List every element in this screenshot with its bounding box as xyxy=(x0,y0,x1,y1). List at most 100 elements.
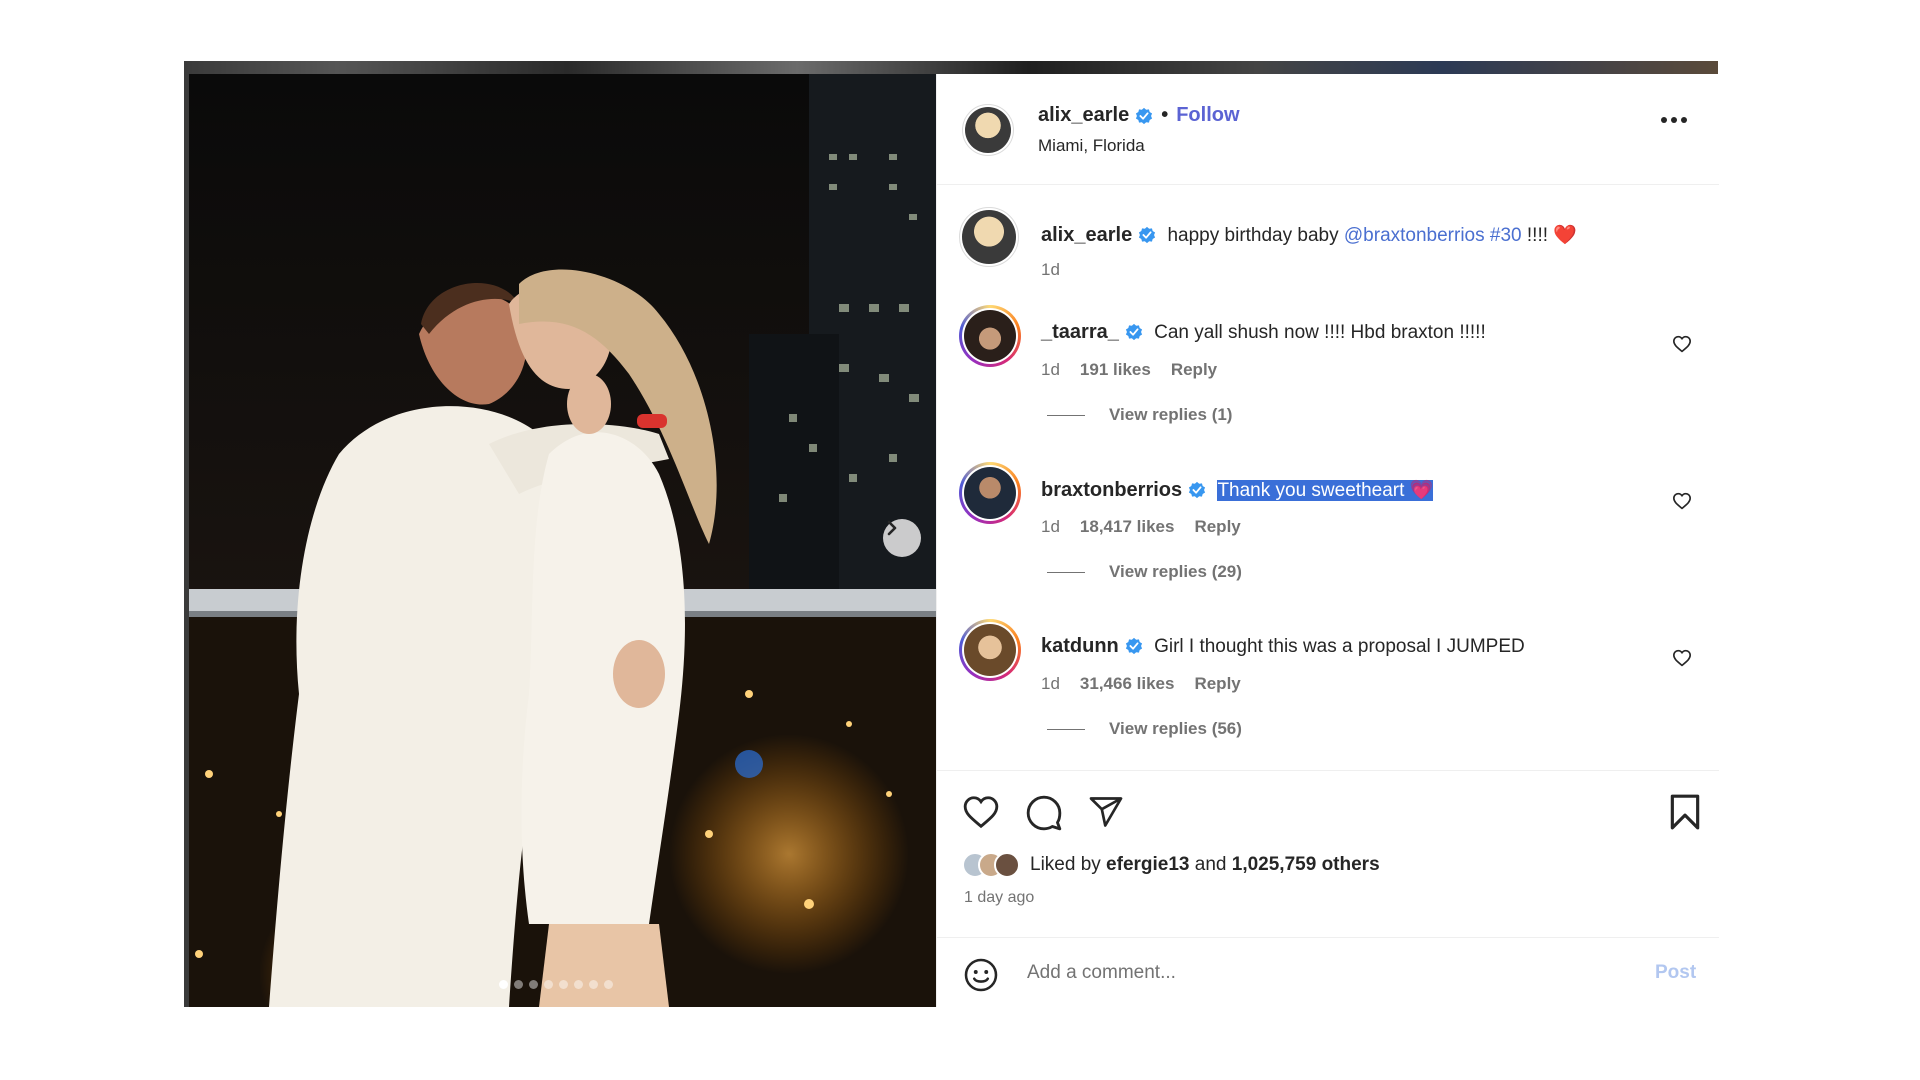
carousel-dot xyxy=(544,980,553,989)
carousel-dot xyxy=(529,980,538,989)
follow-button[interactable]: Follow xyxy=(1176,104,1239,127)
avatar xyxy=(962,210,1016,264)
view-replies-label: View replies (29) xyxy=(1109,562,1242,581)
verified-badge-icon xyxy=(1136,107,1153,124)
caption-text: alix_earle happy birthday baby @braxtonb… xyxy=(1041,223,1577,247)
carousel-dot xyxy=(604,980,613,989)
share-send-icon[interactable] xyxy=(1087,794,1125,830)
comment-likes[interactable]: 31,466 likes xyxy=(1080,674,1175,694)
commenter-username[interactable]: _taarra_ xyxy=(1041,321,1119,343)
post-timestamp[interactable]: 1 day ago xyxy=(964,889,1034,907)
post-modal: alix_earle • Follow Miami, Florida alix_… xyxy=(184,61,1719,1007)
comment-body: Can yall shush now !!!! Hbd braxton !!!!… xyxy=(1154,322,1486,343)
commenter-avatar[interactable] xyxy=(959,462,1021,524)
comment-time: 1d xyxy=(1041,360,1060,379)
comment-text: _taarra_ Can yall shush now !!!! Hbd bra… xyxy=(1041,321,1486,344)
view-replies-label: View replies (1) xyxy=(1109,405,1233,424)
comment-body-selected: Thank you sweetheart 💗 xyxy=(1217,480,1434,501)
liker-avatar xyxy=(994,852,1020,878)
comment-heart-icon[interactable] xyxy=(1672,335,1692,353)
comment-likes[interactable]: 191 likes xyxy=(1080,360,1151,380)
verified-badge-icon xyxy=(1125,637,1142,655)
comment-likes[interactable]: 18,417 likes xyxy=(1080,517,1175,537)
carousel-dot xyxy=(559,980,568,989)
reply-button[interactable]: Reply xyxy=(1194,517,1240,537)
comment-heart-icon[interactable] xyxy=(1672,492,1692,510)
avatar xyxy=(964,624,1016,676)
carousel-dot xyxy=(514,980,523,989)
verified-badge-icon xyxy=(1125,323,1142,341)
comment-text: katdunn Girl I thought this was a propos… xyxy=(1041,635,1525,658)
comment-item: _taarra_ Can yall shush now !!!! Hbd bra… xyxy=(937,285,1719,442)
reply-button[interactable]: Reply xyxy=(1194,674,1240,694)
replies-line xyxy=(1047,728,1085,730)
caption-username[interactable]: alix_earle xyxy=(1041,224,1132,246)
caption-mention-link[interactable]: @braxtonberrios xyxy=(1344,225,1485,246)
comment-item: katdunn Girl I thought this was a propos… xyxy=(937,599,1719,756)
likes-middle: and xyxy=(1189,854,1232,875)
chevron-right-icon xyxy=(887,520,897,536)
post-comment-button[interactable]: Post xyxy=(1655,962,1696,984)
likes-prefix: Liked by xyxy=(1030,854,1107,875)
comment-meta: 1d 31,466 likes Reply xyxy=(1041,674,1241,694)
liked-others-link[interactable]: 1,025,759 others xyxy=(1232,854,1380,875)
author-avatar[interactable] xyxy=(962,104,1014,156)
carousel-dot xyxy=(589,980,598,989)
comment-bubble-icon[interactable] xyxy=(1025,794,1063,832)
post-header: alix_earle • Follow Miami, Florida xyxy=(937,74,1719,185)
commenter-avatar[interactable] xyxy=(959,619,1021,681)
caption-suffix: !!!! ❤️ xyxy=(1521,225,1577,246)
caption-time: 1d xyxy=(1041,260,1060,279)
replies-line xyxy=(1047,414,1085,416)
post-photo xyxy=(189,74,936,1007)
verified-badge-icon xyxy=(1139,226,1156,244)
separator-dot: • xyxy=(1161,104,1169,126)
caption-meta: 1d xyxy=(1041,260,1060,280)
author-line: alix_earle • Follow xyxy=(1038,104,1240,127)
comment-item: braxtonberrios Thank you sweetheart 💗 1d… xyxy=(937,442,1719,599)
like-heart-icon[interactable] xyxy=(962,794,1000,830)
commenter-username[interactable]: braxtonberrios xyxy=(1041,479,1182,501)
comment-meta: 1d 18,417 likes Reply xyxy=(1041,517,1241,537)
post-details-panel: alix_earle • Follow Miami, Florida alix_… xyxy=(936,74,1719,1007)
bookmark-save-icon[interactable] xyxy=(1669,793,1701,831)
comment-meta: 1d 191 likes Reply xyxy=(1041,360,1217,380)
comment-body: Girl I thought this was a proposal I JUM… xyxy=(1154,636,1525,657)
caption-prefix: happy birthday baby xyxy=(1167,225,1344,246)
background-feed-strip xyxy=(184,61,1718,74)
caption-avatar[interactable] xyxy=(959,207,1019,267)
avatar xyxy=(965,107,1011,153)
comment-text: braxtonberrios Thank you sweetheart 💗 xyxy=(1041,478,1434,502)
liked-by-user[interactable]: efergie13 xyxy=(1106,854,1189,875)
view-replies-button[interactable]: View replies (1) xyxy=(1047,405,1232,425)
add-comment-bar: Post xyxy=(937,937,1719,1007)
post-location[interactable]: Miami, Florida xyxy=(1038,136,1145,156)
verified-badge-icon xyxy=(1189,481,1206,499)
comment-heart-icon[interactable] xyxy=(1672,649,1692,667)
comment-input[interactable] xyxy=(1027,958,1587,988)
commenter-avatar[interactable] xyxy=(959,305,1021,367)
reply-button[interactable]: Reply xyxy=(1171,360,1217,380)
more-horizontal-icon[interactable] xyxy=(1660,116,1688,124)
avatar xyxy=(964,467,1016,519)
comment-time: 1d xyxy=(1041,674,1060,693)
emoji-icon[interactable] xyxy=(963,957,999,993)
carousel-dot xyxy=(574,980,583,989)
likes-text: Liked by efergie13 and 1,025,759 others xyxy=(1030,854,1380,876)
carousel-dot xyxy=(499,980,508,989)
likes-summary: Liked by efergie13 and 1,025,759 others xyxy=(962,852,1380,878)
photo-illustration xyxy=(189,74,936,1007)
author-username[interactable]: alix_earle xyxy=(1038,104,1129,127)
avatar xyxy=(964,310,1016,362)
next-slide-button[interactable] xyxy=(883,519,921,557)
commenter-username[interactable]: katdunn xyxy=(1041,635,1119,657)
comment-time: 1d xyxy=(1041,517,1060,536)
view-replies-label: View replies (56) xyxy=(1109,719,1242,738)
view-replies-button[interactable]: View replies (29) xyxy=(1047,562,1242,582)
caption-hashtag-link[interactable]: #30 xyxy=(1490,225,1522,246)
replies-line xyxy=(1047,571,1085,573)
action-bar-divider xyxy=(937,770,1719,771)
carousel-indicator xyxy=(499,980,613,989)
post-caption: alix_earle happy birthday baby @braxtonb… xyxy=(937,185,1719,285)
view-replies-button[interactable]: View replies (56) xyxy=(1047,719,1242,739)
